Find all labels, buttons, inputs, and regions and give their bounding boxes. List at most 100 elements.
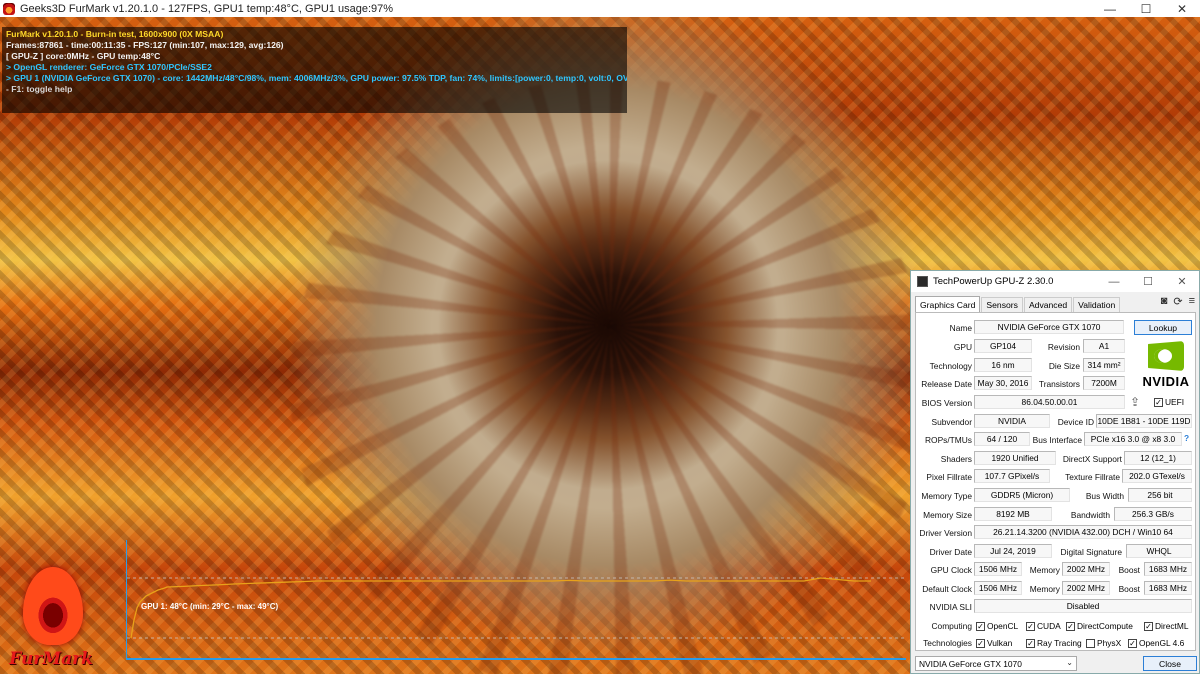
- nvidia-eye-icon: [1148, 341, 1184, 371]
- label-computing: Computing: [931, 621, 972, 631]
- value-texture-fillrate: 202.0 GTexel/s: [1122, 469, 1192, 483]
- label-memory-size: Memory Size: [923, 510, 972, 520]
- opencl-label: OpenCL: [987, 621, 1019, 631]
- label-transistors: Transistors: [1038, 379, 1080, 389]
- uefi-checkbox-box[interactable]: ✓: [1154, 397, 1163, 407]
- device-select[interactable]: NVIDIA GeForce GTX 1070 ⌄: [915, 656, 1077, 671]
- value-gpu-clock: 1506 MHz: [974, 562, 1022, 576]
- gpuz-app-icon: [917, 276, 928, 287]
- value-technology: 16 nm: [974, 358, 1032, 372]
- gpuz-window: TechPowerUp GPU-Z 2.30.0 — ☐ ✕ Graphics …: [910, 270, 1200, 674]
- share-icon[interactable]: ⇪: [1130, 395, 1140, 409]
- gpuz-tabs: Graphics Card Sensors Advanced Validatio…: [915, 296, 1121, 312]
- cuda-label: CUDA: [1037, 621, 1061, 631]
- value-rops-tmus: 64 / 120: [974, 432, 1030, 446]
- value-default-clock: 1506 MHz: [974, 581, 1022, 595]
- flame-icon: [23, 567, 83, 645]
- cuda-checkbox[interactable]: ✓ CUDA: [1026, 621, 1061, 631]
- value-default-boost: 1683 MHz: [1144, 581, 1192, 595]
- value-gpu-memory: 2002 MHz: [1062, 562, 1110, 576]
- physx-box[interactable]: [1086, 638, 1095, 648]
- minimize-button[interactable]: —: [1092, 0, 1128, 17]
- camera-icon[interactable]: ◙: [1161, 295, 1168, 308]
- logo-text: FurMark: [9, 649, 93, 669]
- gpuz-maximize-button[interactable]: ☐: [1131, 275, 1165, 288]
- temperature-graph-label: GPU 1: 48°C (min: 29°C - max: 49°C): [141, 602, 279, 611]
- refresh-icon[interactable]: ⟳: [1173, 295, 1182, 308]
- lookup-button[interactable]: Lookup: [1134, 320, 1192, 335]
- nvidia-wordmark: NVIDIA: [1142, 374, 1190, 389]
- label-technology: Technology: [929, 361, 972, 371]
- directml-checkbox[interactable]: ✓ DirectML: [1144, 621, 1189, 631]
- label-digital-signature: Digital Signature: [1060, 547, 1122, 557]
- menu-icon[interactable]: ≡: [1189, 295, 1195, 308]
- value-revision: A1: [1083, 339, 1125, 353]
- value-directx: 12 (12_1): [1124, 451, 1192, 465]
- value-memory-type: GDDR5 (Micron): [974, 488, 1070, 502]
- raytracing-label: Ray Tracing: [1037, 638, 1082, 648]
- tab-validation[interactable]: Validation: [1073, 297, 1121, 312]
- label-name: Name: [949, 323, 972, 333]
- hud-line-renderer: > OpenGL renderer: GeForce GTX 1070/PCIe…: [6, 62, 212, 72]
- directcompute-label: DirectCompute: [1077, 621, 1133, 631]
- value-bandwidth: 256.3 GB/s: [1114, 507, 1192, 521]
- hud-line-help: - F1: toggle help: [6, 84, 73, 94]
- opengl-box[interactable]: ✓: [1128, 638, 1137, 648]
- value-shaders: 1920 Unified: [974, 451, 1056, 465]
- value-nvidia-sli: Disabled: [974, 599, 1192, 613]
- label-shaders: Shaders: [940, 454, 972, 464]
- label-release-date: Release Date: [921, 379, 972, 389]
- directcompute-box[interactable]: ✓: [1066, 621, 1075, 631]
- tab-sensors[interactable]: Sensors: [981, 297, 1023, 312]
- label-default-clock: Default Clock: [922, 584, 972, 594]
- value-driver-date: Jul 24, 2019: [974, 544, 1052, 558]
- device-select-value: NVIDIA GeForce GTX 1070: [919, 658, 1022, 669]
- label-bios-version: BIOS Version: [921, 398, 972, 408]
- label-bus-width: Bus Width: [1085, 491, 1124, 501]
- vulkan-box[interactable]: ✓: [976, 638, 985, 648]
- physx-checkbox[interactable]: PhysX: [1086, 638, 1121, 648]
- value-release-date: May 30, 2016: [974, 376, 1032, 390]
- value-name: NVIDIA GeForce GTX 1070: [974, 320, 1124, 334]
- value-die-size: 314 mm²: [1083, 358, 1125, 372]
- temperature-graph: GPU 1: 48°C (min: 29°C - max: 49°C): [126, 540, 907, 660]
- gpuz-footer: NVIDIA GeForce GTX 1070 ⌄ Close: [915, 656, 1197, 672]
- gpuz-minimize-button[interactable]: —: [1097, 276, 1131, 288]
- label-memory-type: Memory Type: [921, 491, 972, 501]
- tab-advanced[interactable]: Advanced: [1023, 297, 1073, 312]
- opencl-box[interactable]: ✓: [976, 621, 985, 631]
- label-pixel-fillrate: Pixel Fillrate: [926, 472, 972, 482]
- cuda-box[interactable]: ✓: [1026, 621, 1035, 631]
- directcompute-checkbox[interactable]: ✓ DirectCompute: [1066, 621, 1133, 631]
- label-default-boost: Boost: [1118, 584, 1140, 594]
- opengl-checkbox[interactable]: ✓ OpenGL 4.6: [1128, 638, 1184, 648]
- directml-box[interactable]: ✓: [1144, 621, 1153, 631]
- label-directx: DirectX Support: [1062, 454, 1122, 464]
- maximize-button[interactable]: ☐: [1128, 0, 1164, 17]
- gpuz-title: TechPowerUp GPU-Z 2.30.0: [933, 276, 1054, 287]
- label-rops-tmus: ROPs/TMUs: [925, 435, 972, 445]
- raytracing-box[interactable]: ✓: [1026, 638, 1035, 648]
- label-texture-fillrate: Texture Fillrate: [1065, 472, 1120, 482]
- label-nvidia-sli: NVIDIA SLI: [929, 602, 972, 612]
- hud-line-title: FurMark v1.20.1.0 - Burn-in test, 1600x9…: [6, 29, 224, 39]
- raytracing-checkbox[interactable]: ✓ Ray Tracing: [1026, 638, 1082, 648]
- close-button[interactable]: ✕: [1164, 0, 1200, 17]
- label-default-memory: Memory: [1029, 584, 1060, 594]
- value-driver-version: 26.21.14.3200 (NVIDIA 432.00) DCH / Win1…: [974, 525, 1192, 539]
- uefi-checkbox[interactable]: ✓ UEFI: [1154, 397, 1184, 407]
- label-subvendor: Subvendor: [931, 417, 972, 427]
- help-icon[interactable]: ?: [1184, 433, 1189, 443]
- label-die-size: Die Size: [1048, 361, 1080, 371]
- gpuz-close-button[interactable]: ✕: [1165, 275, 1199, 288]
- value-digital-signature: WHQL: [1126, 544, 1192, 558]
- hud-line-gpu1: > GPU 1 (NVIDIA GeForce GTX 1070) - core…: [6, 73, 627, 83]
- furmark-app-icon: [3, 2, 15, 15]
- opencl-checkbox[interactable]: ✓ OpenCL: [976, 621, 1018, 631]
- tab-graphics-card[interactable]: Graphics Card: [915, 296, 981, 312]
- label-technologies: Technologies: [923, 638, 972, 648]
- gpuz-close-footer-button[interactable]: Close: [1143, 656, 1197, 671]
- vulkan-checkbox[interactable]: ✓ Vulkan: [976, 638, 1012, 648]
- label-gpu-boost: Boost: [1118, 565, 1140, 575]
- value-bus-width: 256 bit: [1128, 488, 1192, 502]
